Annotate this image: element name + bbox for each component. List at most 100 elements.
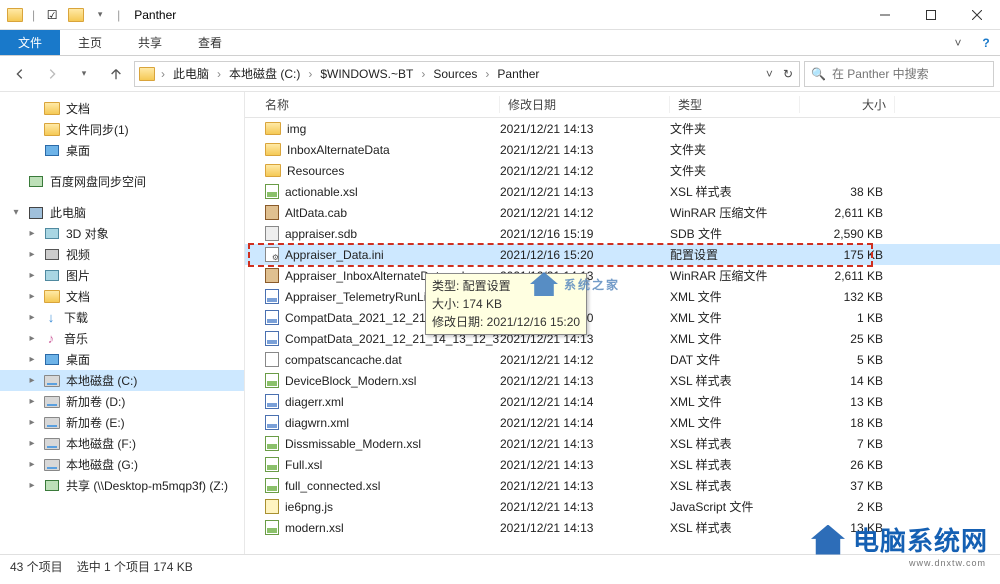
tree-item[interactable]: ▸视频	[0, 244, 244, 265]
chevron-right-icon[interactable]: ›	[306, 67, 314, 81]
nav-tree: 文档文件同步(1)桌面百度网盘同步空间▾此电脑▸3D 对象▸视频▸图片▸文档▸↓…	[0, 92, 245, 554]
expand-icon[interactable]: ▸	[26, 333, 38, 344]
col-date[interactable]: 修改日期	[500, 96, 670, 113]
chevron-right-icon[interactable]: ›	[483, 67, 491, 81]
folder-icon	[265, 122, 281, 135]
tree-item[interactable]: ▸桌面	[0, 349, 244, 370]
file-name: InboxAlternateData	[287, 143, 390, 157]
file-row[interactable]: diagerr.xml2021/12/21 14:14XML 文件13 KB	[245, 391, 1000, 412]
file-type: XML 文件	[670, 309, 800, 326]
tree-item[interactable]: 文档	[0, 98, 244, 119]
file-row[interactable]: Resources2021/12/21 14:12文件夹	[245, 160, 1000, 181]
tree-item[interactable]: 桌面	[0, 140, 244, 161]
forward-button[interactable]	[38, 60, 66, 88]
file-row[interactable]: Appraiser_InboxAlternateData.cab2021/12/…	[245, 265, 1000, 286]
tree-item[interactable]: ▸ 文档	[0, 286, 244, 307]
status-selected: 选中 1 个项目 174 KB	[77, 558, 193, 575]
dat-icon	[265, 352, 279, 367]
chevron-right-icon[interactable]: ›	[215, 67, 223, 81]
expand-icon[interactable]: ▸	[26, 291, 38, 302]
navbar: ▾ › 此电脑 › 本地磁盘 (C:) › $WINDOWS.~BT › Sou…	[0, 56, 1000, 92]
close-button[interactable]	[954, 0, 1000, 30]
recent-dropdown-icon[interactable]: ▾	[70, 60, 98, 88]
expand-icon[interactable]: ▸	[26, 459, 38, 470]
file-row[interactable]: img2021/12/21 14:13文件夹	[245, 118, 1000, 139]
crumb-c[interactable]: 本地磁盘 (C:)	[225, 63, 304, 84]
file-row[interactable]: CompatData_2021_12_21_14_13_12_3...2021/…	[245, 328, 1000, 349]
col-name[interactable]: 名称	[245, 96, 500, 113]
address-bar[interactable]: › 此电脑 › 本地磁盘 (C:) › $WINDOWS.~BT › Sourc…	[134, 61, 800, 87]
tree-item[interactable]: ▸本地磁盘 (F:)	[0, 433, 244, 454]
expand-icon[interactable]: ▸	[26, 417, 38, 428]
file-row[interactable]: Appraiser_TelemetryRunList.xmlXML 文件132 …	[245, 286, 1000, 307]
tab-share[interactable]: 共享	[120, 30, 180, 55]
expand-icon[interactable]: ▸	[26, 480, 38, 491]
address-dropdown-icon[interactable]: ˅	[764, 67, 775, 81]
tree-item[interactable]: ▸新加卷 (E:)	[0, 412, 244, 433]
expand-icon[interactable]: ▸	[26, 312, 38, 323]
file-row[interactable]: Full.xsl2021/12/21 14:13XSL 样式表26 KB	[245, 454, 1000, 475]
file-row[interactable]: InboxAlternateData2021/12/21 14:13文件夹	[245, 139, 1000, 160]
chevron-right-icon[interactable]: ›	[419, 67, 427, 81]
expand-icon[interactable]: ▸	[26, 249, 38, 260]
file-tab[interactable]: 文件	[0, 30, 60, 55]
file-row[interactable]: full_connected.xsl2021/12/21 14:13XSL 样式…	[245, 475, 1000, 496]
expand-icon[interactable]: ▸	[26, 228, 38, 239]
tree-item[interactable]: ▾ 此电脑	[0, 202, 244, 223]
col-size[interactable]: 大小	[800, 96, 895, 113]
crumb-panther[interactable]: Panther	[493, 65, 543, 83]
search-box[interactable]: 🔍	[804, 61, 994, 87]
ini-icon	[265, 247, 279, 262]
tree-item[interactable]: ▸3D 对象	[0, 223, 244, 244]
maximize-button[interactable]	[908, 0, 954, 30]
expand-icon[interactable]: ▸	[26, 396, 38, 407]
expand-icon[interactable]: ▸	[26, 270, 38, 281]
file-row[interactable]: diagwrn.xml2021/12/21 14:14XML 文件18 KB	[245, 412, 1000, 433]
crumb-sources[interactable]: Sources	[429, 65, 481, 83]
qat-dropdown-icon[interactable]: ▾	[89, 4, 111, 26]
tree-item[interactable]: ▸本地磁盘 (C:)	[0, 370, 244, 391]
file-row[interactable]: CompatData_2021_12_21_14_13_08...2021/12…	[245, 307, 1000, 328]
tree-item[interactable]: ▸本地磁盘 (G:)	[0, 454, 244, 475]
back-button[interactable]	[6, 60, 34, 88]
chevron-right-icon[interactable]: ›	[159, 67, 167, 81]
file-row[interactable]: actionable.xsl2021/12/21 14:13XSL 样式表38 …	[245, 181, 1000, 202]
file-row[interactable]: DeviceBlock_Modern.xsl2021/12/21 14:13XS…	[245, 370, 1000, 391]
file-name: compatscancache.dat	[285, 353, 402, 367]
tree-item[interactable]: ▸新加卷 (D:)	[0, 391, 244, 412]
tree-label: 文档	[66, 288, 90, 305]
file-row[interactable]: ie6png.js2021/12/21 14:13JavaScript 文件2 …	[245, 496, 1000, 517]
file-row[interactable]: appraiser.sdb2021/12/16 15:19SDB 文件2,590…	[245, 223, 1000, 244]
tree-label: 此电脑	[50, 204, 86, 221]
up-button[interactable]	[102, 60, 130, 88]
expand-icon[interactable]: ▸	[26, 438, 38, 449]
tree-item[interactable]: ▸共享 (\\Desktop-m5mqp3f) (Z:)	[0, 475, 244, 496]
xsl-icon	[265, 373, 279, 388]
file-row[interactable]: compatscancache.dat2021/12/21 14:12DAT 文…	[245, 349, 1000, 370]
tree-item[interactable]: 百度网盘同步空间	[0, 171, 244, 192]
tab-home[interactable]: 主页	[60, 30, 120, 55]
crumb-this-pc[interactable]: 此电脑	[169, 63, 213, 84]
tree-item[interactable]: ▸↓下载	[0, 307, 244, 328]
file-row[interactable]: AltData.cab2021/12/21 14:12WinRAR 压缩文件2,…	[245, 202, 1000, 223]
col-type[interactable]: 类型	[670, 96, 800, 113]
file-type: 配置设置	[670, 246, 800, 263]
expand-icon[interactable]: ▾	[10, 207, 22, 218]
folder-icon	[44, 289, 60, 305]
search-input[interactable]	[832, 67, 987, 81]
checkbox-icon[interactable]: ☑	[41, 4, 63, 26]
file-row[interactable]: Appraiser_Data.ini2021/12/16 15:20配置设置17…	[245, 244, 1000, 265]
xsl-icon	[265, 457, 279, 472]
tree-item[interactable]: ▸♪音乐	[0, 328, 244, 349]
tree-item[interactable]: 文件同步(1)	[0, 119, 244, 140]
tab-view[interactable]: 查看	[180, 30, 240, 55]
expand-icon[interactable]: ▸	[26, 354, 38, 365]
help-icon[interactable]: ?	[972, 30, 1000, 55]
crumb-winbt[interactable]: $WINDOWS.~BT	[316, 65, 417, 83]
ribbon-expand-icon[interactable]: ˅	[944, 30, 972, 55]
minimize-button[interactable]	[862, 0, 908, 30]
expand-icon[interactable]: ▸	[26, 375, 38, 386]
refresh-icon[interactable]: ↻	[781, 67, 795, 81]
tree-item[interactable]: ▸图片	[0, 265, 244, 286]
file-row[interactable]: Dissmissable_Modern.xsl2021/12/21 14:13X…	[245, 433, 1000, 454]
